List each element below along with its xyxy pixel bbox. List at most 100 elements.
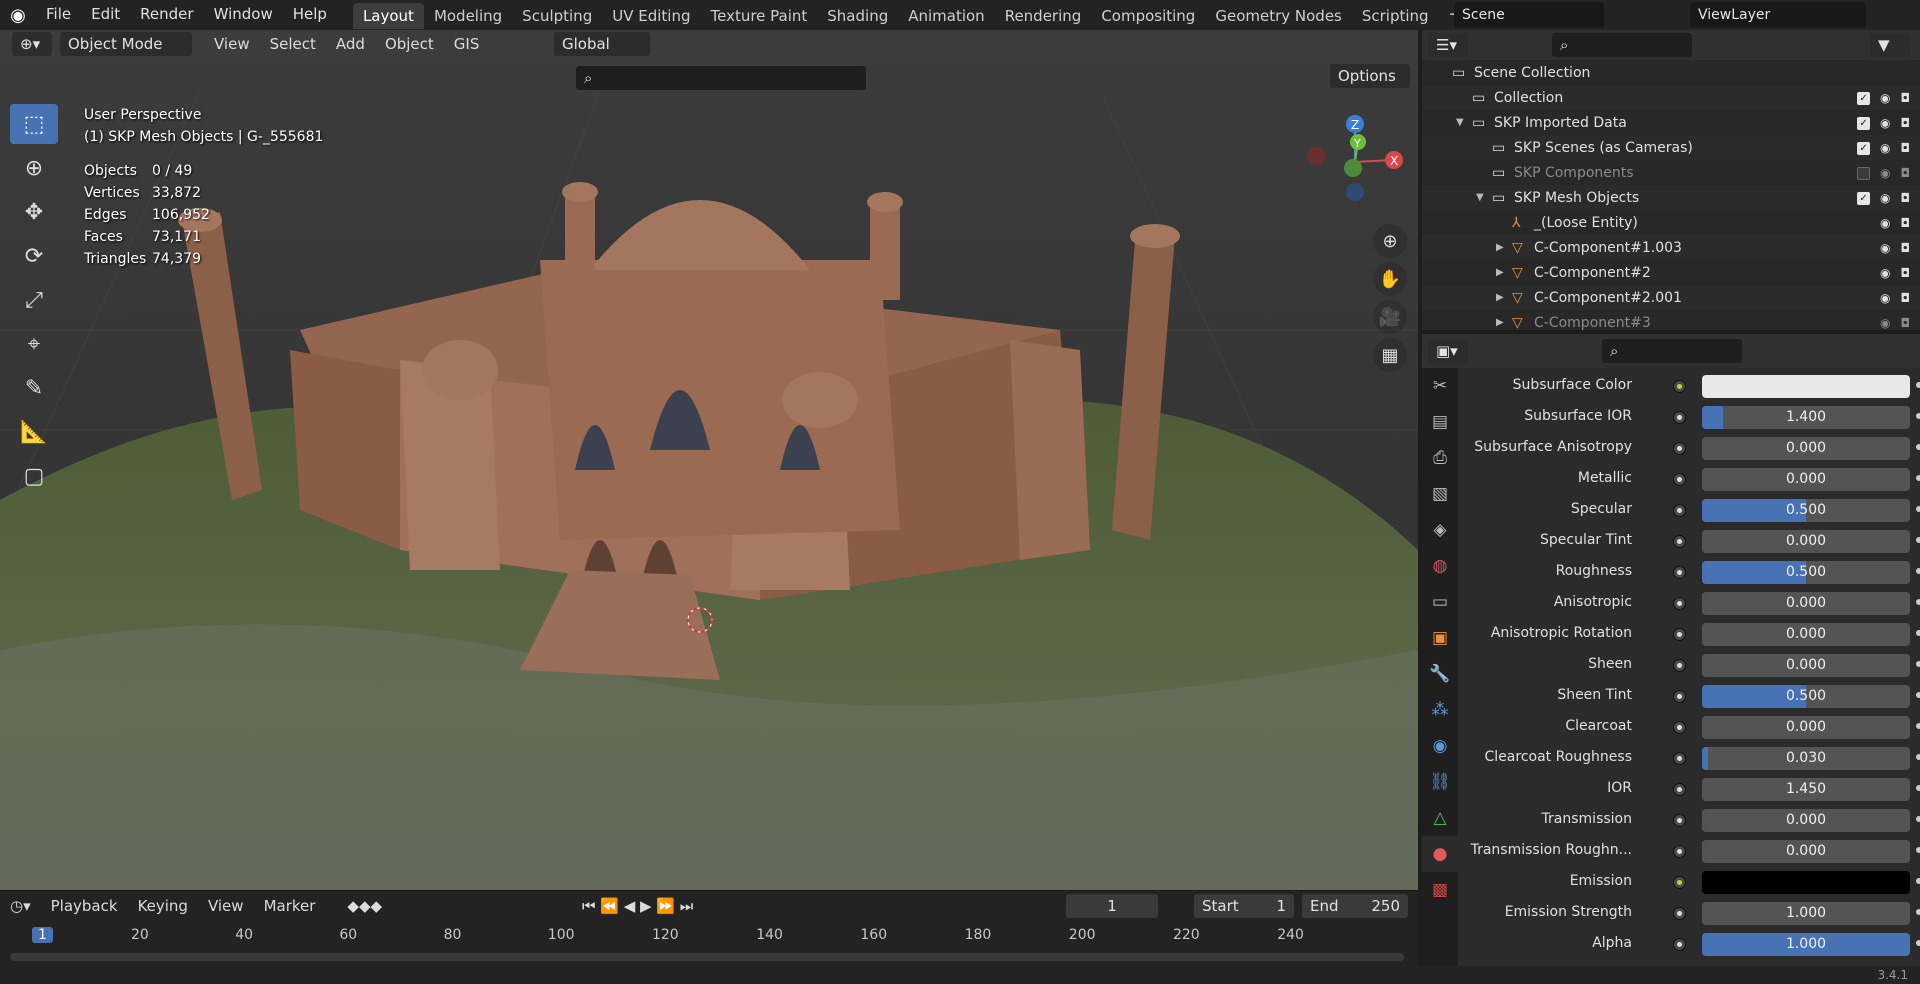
expand-arrow-icon[interactable]: ▼: [1476, 192, 1492, 203]
render-visibility-icon[interactable]: ◘: [1901, 216, 1911, 230]
render-visibility-icon[interactable]: ◘: [1901, 91, 1911, 105]
keyframe-dot-icon[interactable]: [1916, 909, 1920, 915]
eye-visibility-icon[interactable]: ◉: [1880, 316, 1890, 330]
outliner-row[interactable]: ▶ ▽ C-Component#3 ◉ ◘: [1422, 310, 1920, 335]
keyframe-dot-icon[interactable]: [1916, 413, 1920, 419]
keyframe-icons[interactable]: ◆◆◆: [337, 897, 392, 915]
eye-visibility-icon[interactable]: ◉: [1880, 191, 1890, 205]
value-slider[interactable]: 0.000: [1702, 716, 1910, 739]
value-slider[interactable]: 0.000: [1702, 437, 1910, 460]
eye-visibility-icon[interactable]: ◉: [1880, 241, 1890, 255]
transform-orientation[interactable]: Global: [554, 32, 650, 56]
viewport-menu-select[interactable]: Select: [260, 32, 326, 56]
navigation-gizmo[interactable]: Z X Y: [1300, 104, 1410, 204]
expand-arrow-icon[interactable]: ▶: [1496, 242, 1512, 253]
eye-visibility-icon[interactable]: ◉: [1880, 91, 1890, 105]
outliner-search-input[interactable]: ⌕: [1552, 33, 1692, 57]
collection-tab-icon[interactable]: ▭: [1422, 584, 1458, 620]
physics-tab-icon[interactable]: ◉: [1422, 728, 1458, 764]
socket-link-icon[interactable]: [1673, 659, 1686, 672]
outliner-row[interactable]: ▶ ▽ C-Component#2 ◉ ◘: [1422, 260, 1920, 285]
keyframe-dot-icon[interactable]: [1916, 785, 1920, 791]
keyframe-dot-icon[interactable]: [1916, 878, 1920, 884]
socket-link-icon[interactable]: [1673, 876, 1686, 889]
eye-visibility-icon[interactable]: ◉: [1880, 291, 1890, 305]
viewport-menu-object[interactable]: Object: [375, 32, 444, 56]
expand-arrow-icon[interactable]: ▶: [1496, 292, 1512, 303]
eye-visibility-icon[interactable]: ◉: [1880, 141, 1890, 155]
socket-link-icon[interactable]: [1673, 442, 1686, 455]
blender-logo-icon[interactable]: ◉: [0, 0, 36, 30]
keyframe-dot-icon[interactable]: [1916, 692, 1920, 698]
outliner-row[interactable]: ▶ ▽ C-Component#2.001 ◉ ◘: [1422, 285, 1920, 310]
menu-file[interactable]: File: [36, 0, 81, 30]
socket-link-icon[interactable]: [1673, 907, 1686, 920]
socket-link-icon[interactable]: [1673, 783, 1686, 796]
socket-link-icon[interactable]: [1673, 535, 1686, 548]
view-layer-tab-icon[interactable]: ▧: [1422, 476, 1458, 512]
keyframe-dot-icon[interactable]: [1916, 940, 1920, 946]
socket-link-icon[interactable]: [1673, 473, 1686, 486]
constraints-tab-icon[interactable]: ⛓: [1422, 764, 1458, 800]
render-visibility-icon[interactable]: ◘: [1901, 266, 1911, 280]
scene-selector[interactable]: Scene: [1454, 2, 1604, 28]
socket-link-icon[interactable]: [1673, 938, 1686, 951]
filter-icon[interactable]: ▼: [1870, 33, 1910, 57]
value-slider[interactable]: 0.000: [1702, 530, 1910, 553]
object-tab-icon[interactable]: ▣: [1422, 620, 1458, 656]
menu-render[interactable]: Render: [130, 0, 203, 30]
properties-search-input[interactable]: ⌕: [1602, 339, 1742, 363]
value-slider[interactable]: 1.450: [1702, 778, 1910, 801]
timeline-menu-marker[interactable]: Marker: [254, 897, 326, 915]
value-slider[interactable]: 1.400: [1702, 406, 1910, 429]
render-visibility-icon[interactable]: ◘: [1901, 141, 1911, 155]
keyframe-dot-icon[interactable]: [1916, 475, 1920, 481]
outliner-row[interactable]: ▶ ▽ C-Component#1.003 ◉ ◘: [1422, 235, 1920, 260]
rotate-tool-icon[interactable]: ⟳: [10, 236, 58, 276]
value-slider[interactable]: 0.000: [1702, 840, 1910, 863]
world-tab-icon[interactable]: ◍: [1422, 548, 1458, 584]
cursor-tool-icon[interactable]: ⊕: [10, 148, 58, 188]
eye-visibility-icon[interactable]: ◉: [1880, 216, 1890, 230]
move-tool-icon[interactable]: ✥: [10, 192, 58, 232]
exclude-checkbox[interactable]: [1857, 166, 1871, 180]
menu-window[interactable]: Window: [204, 0, 283, 30]
menu-help[interactable]: Help: [283, 0, 337, 30]
pan-hand-icon[interactable]: ✋: [1373, 262, 1407, 296]
socket-link-icon[interactable]: [1673, 628, 1686, 641]
eye-visibility-icon[interactable]: ◉: [1880, 266, 1890, 280]
modifier-tab-icon[interactable]: 🔧: [1422, 656, 1458, 692]
end-frame-field[interactable]: End 250: [1302, 894, 1408, 918]
eye-visibility-icon[interactable]: ◉: [1880, 166, 1890, 180]
playback-controls[interactable]: ⏮ ⏪ ◀ ▶ ⏩ ⏭: [572, 897, 703, 915]
socket-link-icon[interactable]: [1673, 752, 1686, 765]
render-visibility-icon[interactable]: ◘: [1901, 191, 1911, 205]
keyframe-dot-icon[interactable]: [1916, 723, 1920, 729]
viewport-menu-gis[interactable]: GIS: [444, 32, 490, 56]
workspace-tab-sculpting[interactable]: Sculpting: [512, 3, 602, 29]
keyframe-dot-icon[interactable]: [1916, 506, 1920, 512]
keyframe-dot-icon[interactable]: [1916, 444, 1920, 450]
texture-tab-icon[interactable]: ▩: [1422, 872, 1458, 908]
viewport-search-input[interactable]: ⌕: [576, 66, 866, 90]
outliner-row[interactable]: ▭ Collection ✓ ◉ ◘: [1422, 85, 1920, 110]
camera-view-icon[interactable]: 🎥: [1373, 300, 1407, 334]
value-slider[interactable]: 0.000: [1702, 592, 1910, 615]
keyframe-dot-icon[interactable]: [1916, 568, 1920, 574]
perspective-toggle-icon[interactable]: ▦: [1373, 338, 1407, 372]
socket-link-icon[interactable]: [1673, 690, 1686, 703]
workspace-tab-compositing[interactable]: Compositing: [1091, 3, 1205, 29]
value-slider[interactable]: 0.500: [1702, 561, 1910, 584]
expand-arrow-icon[interactable]: ▶: [1496, 267, 1512, 278]
outliner-row[interactable]: ▭ Scene Collection: [1422, 60, 1920, 85]
keyframe-dot-icon[interactable]: [1916, 599, 1920, 605]
value-slider[interactable]: 0.000: [1702, 623, 1910, 646]
start-frame-field[interactable]: Start 1: [1194, 894, 1294, 918]
exclude-checkbox[interactable]: ✓: [1857, 191, 1871, 205]
outliner-row[interactable]: ▭ SKP Components ◉ ◘: [1422, 160, 1920, 185]
render-visibility-icon[interactable]: ◘: [1901, 241, 1911, 255]
socket-link-icon[interactable]: [1673, 411, 1686, 424]
data-tab-icon[interactable]: △: [1422, 800, 1458, 836]
timeline-menu-keying[interactable]: Keying: [128, 897, 198, 915]
workspace-tab-scripting[interactable]: Scripting: [1352, 3, 1439, 29]
